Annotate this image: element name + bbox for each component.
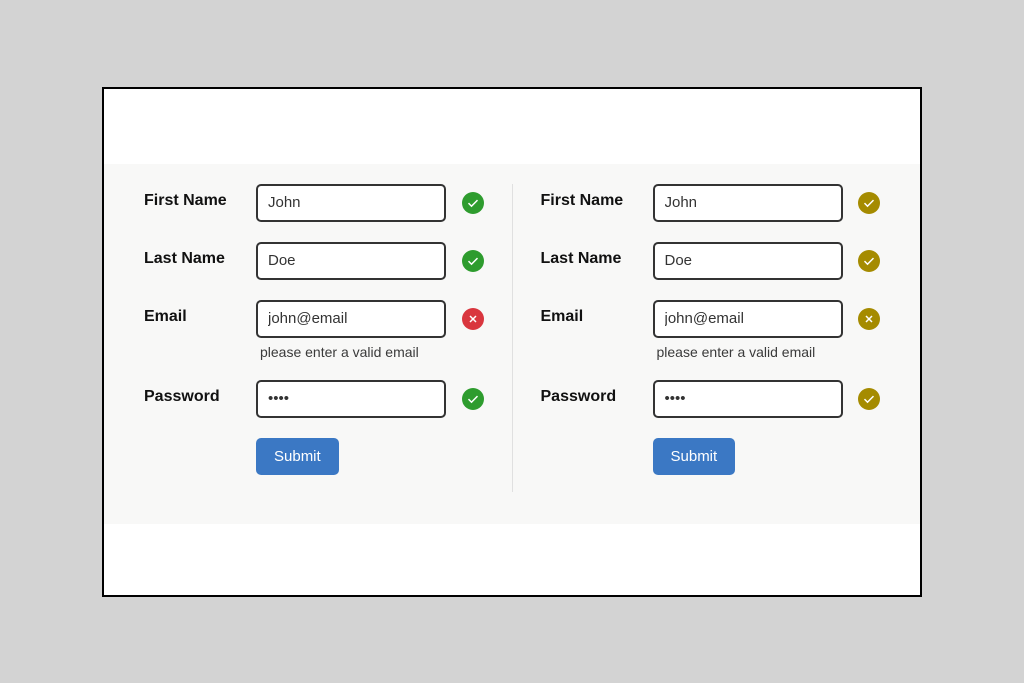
email-label: Email <box>541 300 641 326</box>
submit-row: Submit <box>541 438 881 475</box>
first-name-row: First Name <box>144 184 484 222</box>
submit-row: Submit <box>144 438 484 475</box>
error-icon <box>462 308 484 330</box>
email-error-message: please enter a valid email <box>653 344 847 360</box>
email-field[interactable] <box>653 300 843 338</box>
form-comparison-area: First Name Last Name Email <box>104 164 920 524</box>
error-icon <box>858 308 880 330</box>
last-name-label: Last Name <box>144 242 244 268</box>
input-wrapper <box>653 184 847 222</box>
first-name-label: First Name <box>541 184 641 210</box>
checkmark-icon <box>462 250 484 272</box>
checkmark-icon <box>858 192 880 214</box>
last-name-row: Last Name <box>541 242 881 280</box>
password-row: Password <box>541 380 881 418</box>
checkmark-icon <box>462 192 484 214</box>
email-error-message: please enter a valid email <box>256 344 450 360</box>
checkmark-icon <box>858 388 880 410</box>
input-wrapper <box>256 380 450 418</box>
first-name-field[interactable] <box>653 184 843 222</box>
input-wrapper <box>256 242 450 280</box>
input-wrapper <box>256 184 450 222</box>
checkmark-icon <box>858 250 880 272</box>
first-name-field[interactable] <box>256 184 446 222</box>
main-panel: First Name Last Name Email <box>102 87 922 597</box>
form-left: First Name Last Name Email <box>134 184 513 492</box>
input-wrapper <box>653 380 847 418</box>
first-name-row: First Name <box>541 184 881 222</box>
email-row: Email please enter a valid email <box>144 300 484 360</box>
email-field[interactable] <box>256 300 446 338</box>
last-name-field[interactable] <box>653 242 843 280</box>
form-right: First Name Last Name Email <box>513 184 891 492</box>
first-name-label: First Name <box>144 184 244 210</box>
input-wrapper <box>653 242 847 280</box>
last-name-field[interactable] <box>256 242 446 280</box>
password-label: Password <box>541 380 641 406</box>
input-wrapper: please enter a valid email <box>653 300 847 360</box>
password-field[interactable] <box>653 380 843 418</box>
password-field[interactable] <box>256 380 446 418</box>
last-name-label: Last Name <box>541 242 641 268</box>
checkmark-icon <box>462 388 484 410</box>
submit-button[interactable]: Submit <box>653 438 736 475</box>
password-label: Password <box>144 380 244 406</box>
last-name-row: Last Name <box>144 242 484 280</box>
input-wrapper: please enter a valid email <box>256 300 450 360</box>
email-row: Email please enter a valid email <box>541 300 881 360</box>
submit-button[interactable]: Submit <box>256 438 339 475</box>
password-row: Password <box>144 380 484 418</box>
email-label: Email <box>144 300 244 326</box>
